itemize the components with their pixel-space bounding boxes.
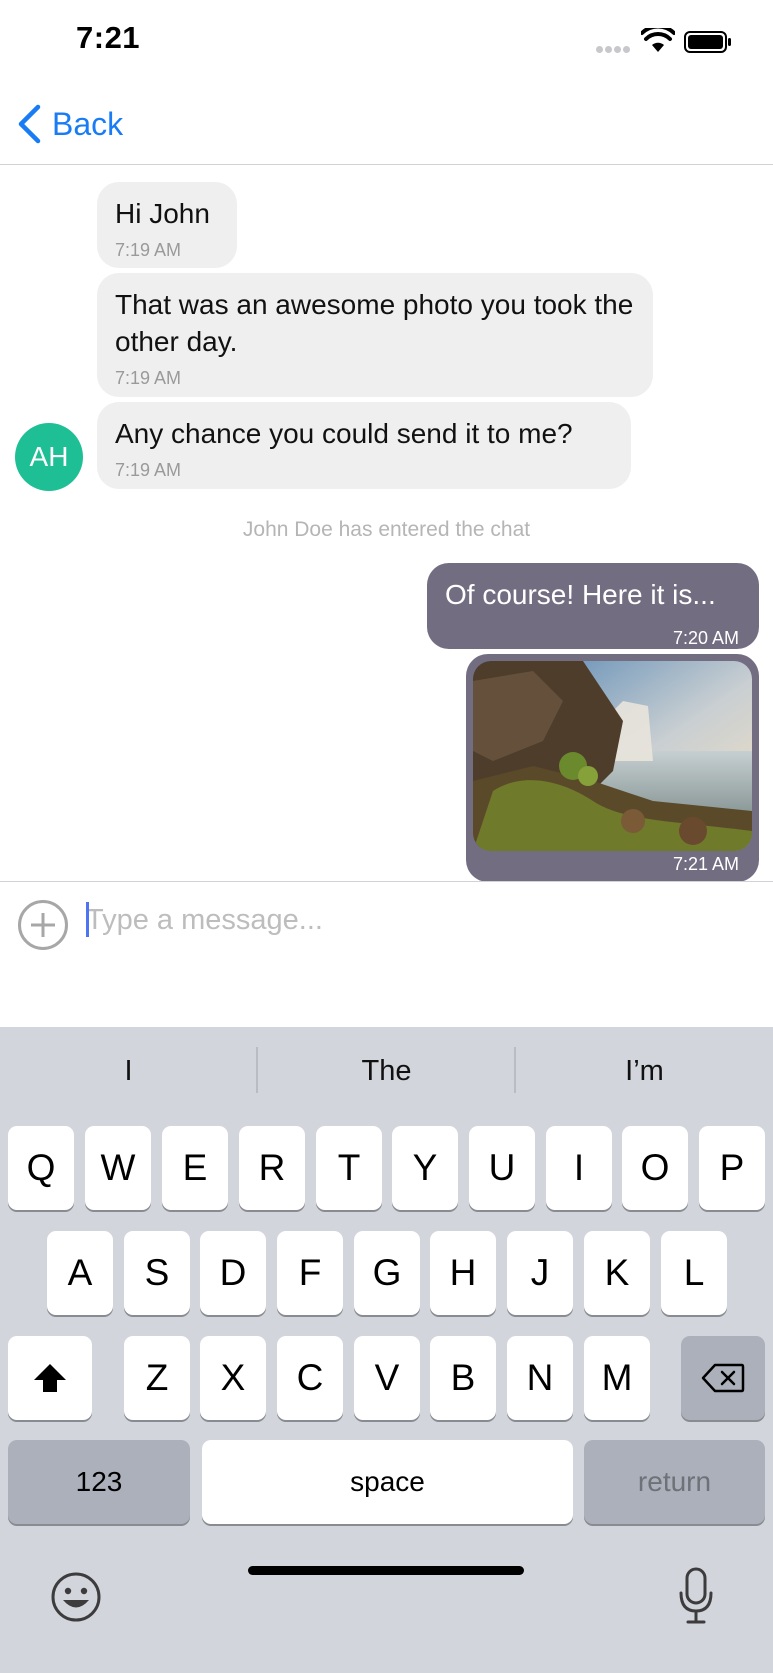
system-message: John Doe has entered the chat: [242, 518, 531, 541]
suggestion-bar: I The I’m: [0, 1027, 773, 1123]
composer-bar: [0, 881, 773, 1027]
key[interactable]: I: [546, 1126, 612, 1210]
image-message-bubble[interactable]: 7:21 AM: [466, 654, 759, 882]
message-bubble-outgoing[interactable]: Of course! Here it is... 7:20 AM: [427, 563, 759, 649]
message-text: Hi John: [115, 198, 210, 229]
message-time: 7:19 AM: [115, 240, 182, 260]
key[interactable]: Q: [8, 1126, 74, 1210]
key[interactable]: M: [584, 1336, 650, 1420]
message-bubble[interactable]: That was an awesome photo you took the o…: [97, 273, 653, 397]
keyboard: I The I’m Q W E R T Y U I O P A S D F G …: [0, 1027, 773, 1673]
cellular-signal-icon: [596, 46, 632, 54]
numbers-key-label: 123: [75, 1466, 123, 1497]
key[interactable]: F: [277, 1231, 343, 1315]
space-key-label: space: [350, 1466, 425, 1497]
status-time: 7:21: [76, 20, 141, 55]
key[interactable]: R: [239, 1126, 305, 1210]
wifi-icon: [641, 28, 675, 52]
key[interactable]: O: [622, 1126, 688, 1210]
back-label: Back: [52, 105, 124, 142]
key[interactable]: L: [661, 1231, 727, 1315]
suggestion-item[interactable]: The: [258, 1055, 515, 1088]
back-button[interactable]: Back: [16, 102, 123, 146]
chevron-left-icon: [18, 104, 41, 144]
emoji-icon[interactable]: [50, 1571, 102, 1623]
avatar[interactable]: AH: [15, 423, 83, 491]
key[interactable]: A: [47, 1231, 113, 1315]
message-bubble[interactable]: Hi John 7:19 AM: [97, 182, 237, 268]
message-time: 7:19 AM: [115, 368, 182, 388]
key[interactable]: G: [354, 1231, 420, 1315]
numbers-key[interactable]: 123: [8, 1440, 190, 1524]
message-input[interactable]: [86, 896, 736, 944]
key[interactable]: N: [507, 1336, 573, 1420]
suggestion-item[interactable]: I’m: [516, 1055, 773, 1088]
key[interactable]: Z: [124, 1336, 190, 1420]
message-time: 7:19 AM: [115, 460, 182, 480]
key[interactable]: U: [469, 1126, 535, 1210]
delete-icon: [701, 1363, 745, 1393]
status-bar: 7:21: [0, 0, 773, 84]
message-time: 7:20 AM: [672, 628, 739, 648]
key[interactable]: K: [584, 1231, 650, 1315]
microphone-icon[interactable]: [678, 1567, 714, 1625]
key[interactable]: H: [430, 1231, 496, 1315]
message-text: That was an awesome photo you took the o…: [115, 289, 634, 357]
key[interactable]: P: [699, 1126, 765, 1210]
key[interactable]: Y: [392, 1126, 458, 1210]
message-bubble[interactable]: Any chance you could send it to me? 7:19…: [97, 402, 631, 489]
home-indicator[interactable]: [248, 1566, 524, 1575]
add-attachment-button[interactable]: [18, 900, 68, 950]
key[interactable]: E: [162, 1126, 228, 1210]
nav-bar: Back: [0, 84, 773, 165]
key[interactable]: B: [430, 1336, 496, 1420]
message-text: Of course! Here it is...: [445, 579, 716, 610]
key[interactable]: S: [124, 1231, 190, 1315]
waterfall-photo[interactable]: [473, 661, 752, 851]
key[interactable]: V: [354, 1336, 420, 1420]
key[interactable]: C: [277, 1336, 343, 1420]
delete-key[interactable]: [681, 1336, 765, 1420]
message-text: Any chance you could send it to me?: [115, 418, 573, 449]
key[interactable]: J: [507, 1231, 573, 1315]
key[interactable]: T: [316, 1126, 382, 1210]
battery-icon: [684, 31, 731, 53]
shift-icon: [34, 1364, 66, 1392]
key[interactable]: D: [200, 1231, 266, 1315]
shift-key[interactable]: [8, 1336, 92, 1420]
space-key[interactable]: space: [202, 1440, 573, 1524]
key[interactable]: W: [85, 1126, 151, 1210]
return-key-label: return: [637, 1466, 712, 1497]
suggestion-item[interactable]: I: [0, 1055, 257, 1088]
text-caret: [86, 902, 89, 937]
message-time: 7:21 AM: [672, 854, 739, 874]
key[interactable]: X: [200, 1336, 266, 1420]
return-key[interactable]: return: [584, 1440, 765, 1524]
